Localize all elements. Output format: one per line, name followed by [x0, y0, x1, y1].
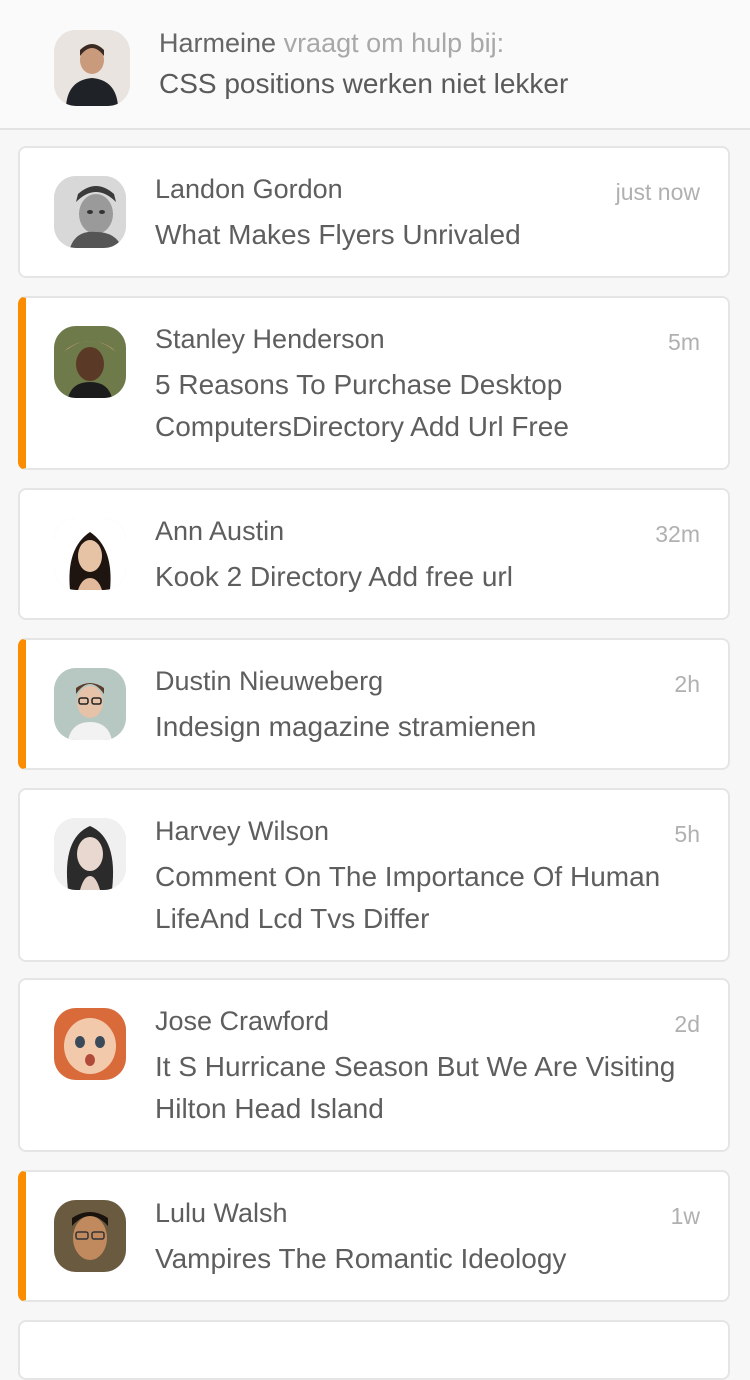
notification-card-partial[interactable]: [18, 1320, 730, 1380]
request-verb: vraagt om hulp bij:: [283, 28, 505, 58]
avatar: [54, 518, 126, 590]
avatar: [54, 668, 126, 740]
avatar: [54, 1200, 126, 1272]
message-text: It S Hurricane Season But We Are Visitin…: [155, 1051, 676, 1124]
notification-card[interactable]: Jose Crawford 2d It S Hurricane Season B…: [18, 978, 730, 1152]
sender-name: Lulu Walsh: [155, 1198, 288, 1228]
notification-card[interactable]: Lulu Walsh 1w Vampires The Romantic Ideo…: [18, 1170, 730, 1302]
user-photo-icon: [54, 818, 126, 890]
sender-name: Ann Austin: [155, 516, 285, 546]
sender-name: Dustin Nieuweberg: [155, 666, 384, 696]
timestamp: just now: [615, 179, 700, 205]
sender-name: Landon Gordon: [155, 174, 343, 204]
help-request-header[interactable]: Harmeine vraagt om hulp bij: CSS positio…: [0, 0, 750, 130]
avatar: [54, 326, 126, 398]
sender-name: Jose Crawford: [155, 1006, 330, 1036]
avatar: [54, 176, 126, 248]
message-text: Indesign magazine stramienen: [155, 711, 537, 742]
user-photo-icon: [54, 326, 126, 398]
sender-name: Stanley Henderson: [155, 324, 385, 354]
notification-card[interactable]: Stanley Henderson 5m 5 Reasons To Purcha…: [18, 296, 730, 470]
timestamp: 2d: [674, 1011, 700, 1037]
user-photo-icon: [54, 1008, 126, 1080]
user-photo-icon: [54, 1200, 126, 1272]
sender-name: Harvey Wilson: [155, 816, 330, 846]
message-text: 5 Reasons To Purchase Desktop ComputersD…: [155, 369, 569, 442]
header-line1: Harmeine vraagt om hulp bij:: [159, 28, 504, 59]
user-photo-icon: [54, 176, 126, 248]
notification-card[interactable]: Ann Austin 32m Kook 2 Directory Add free…: [18, 488, 730, 620]
timestamp: 5m: [668, 329, 700, 355]
timestamp: 32m: [655, 521, 700, 547]
timestamp: 5h: [674, 821, 700, 847]
timestamp: 1w: [670, 1203, 700, 1229]
user-photo-icon: [54, 518, 126, 590]
message-text: Kook 2 Directory Add free url: [155, 561, 513, 592]
request-topic: CSS positions werken niet lekker: [159, 68, 569, 99]
requester-avatar: [54, 30, 130, 106]
notification-card[interactable]: Dustin Nieuweberg 2h Indesign magazine s…: [18, 638, 730, 770]
message-text: Vampires The Romantic Ideology: [155, 1243, 567, 1274]
notification-card[interactable]: Harvey Wilson 5h Comment On The Importan…: [18, 788, 730, 962]
message-text: What Makes Flyers Unrivaled: [155, 219, 521, 250]
avatar: [54, 1008, 126, 1080]
avatar: [54, 818, 126, 890]
notification-card[interactable]: Landon Gordon just now What Makes Flyers…: [18, 146, 730, 278]
user-photo-icon: [54, 30, 130, 106]
timestamp: 2h: [674, 671, 700, 697]
user-photo-icon: [54, 668, 126, 740]
message-text: Comment On The Importance Of Human LifeA…: [155, 861, 661, 934]
requester-name: Harmeine: [159, 28, 277, 58]
